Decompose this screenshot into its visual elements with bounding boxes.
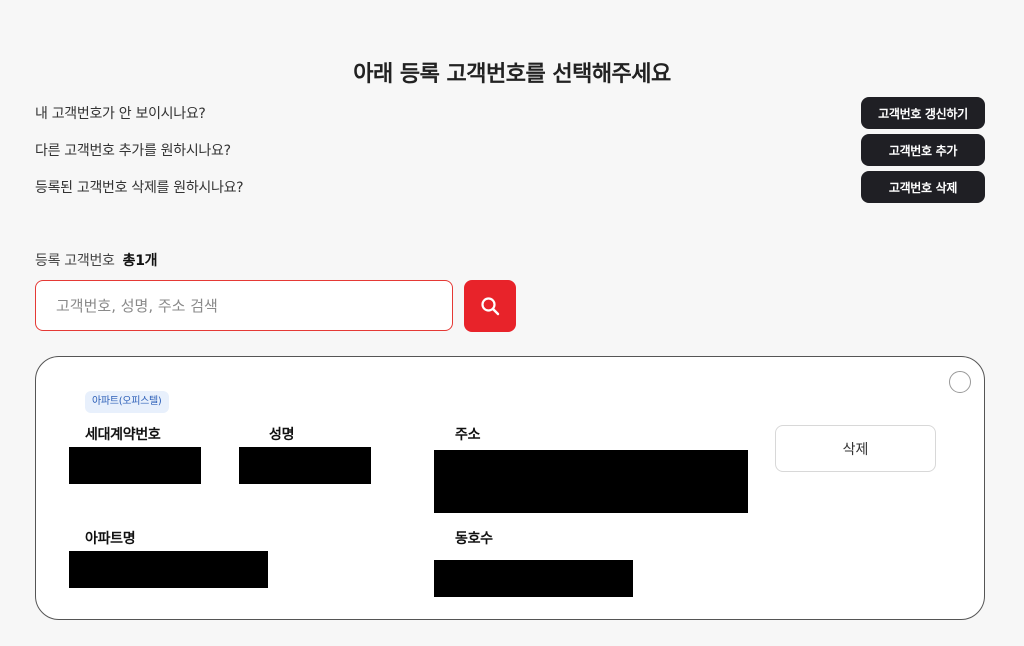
question-row-refresh: 내 고객번호가 안 보이시나요? 고객번호 갱신하기 (35, 97, 985, 129)
search-icon (481, 297, 500, 316)
refresh-customer-number-button[interactable]: 고객번호 갱신하기 (861, 97, 985, 129)
delete-button[interactable]: 삭제 (775, 425, 936, 472)
search-button[interactable] (464, 280, 516, 332)
type-badge: 아파트(오피스텔) (85, 391, 169, 413)
question-text: 다른 고객번호 추가를 원하시나요? (35, 143, 231, 159)
page-title: 아래 등록 고객번호를 선택해주세요 (353, 62, 671, 87)
apartment-label: 아파트명 (85, 531, 136, 547)
apartment-value-redacted (69, 551, 268, 588)
registered-total: 총1개 (122, 253, 158, 269)
question-text: 등록된 고객번호 삭제를 원하시나요? (35, 180, 244, 196)
name-value-redacted (239, 447, 371, 484)
question-row-delete: 등록된 고객번호 삭제를 원하시나요? 고객번호 삭제 (35, 171, 985, 203)
unit-label: 동호수 (455, 531, 493, 547)
unit-value-redacted (434, 560, 633, 597)
contract-number-value-redacted (69, 447, 201, 484)
registered-count: 등록 고객번호 총1개 (35, 250, 158, 270)
question-text: 내 고객번호가 안 보이시나요? (35, 106, 206, 122)
question-row-add: 다른 고객번호 추가를 원하시나요? 고객번호 추가 (35, 134, 985, 166)
registered-label: 등록 고객번호 (35, 253, 115, 269)
delete-customer-number-button[interactable]: 고객번호 삭제 (861, 171, 985, 203)
address-label: 주소 (455, 427, 481, 443)
contract-number-label: 세대계약번호 (85, 427, 161, 443)
address-value-redacted (434, 450, 748, 513)
name-label: 성명 (269, 427, 295, 443)
customer-card[interactable]: 아파트(오피스텔) 세대계약번호 성명 주소 삭제 아파트명 동호수 (35, 356, 985, 620)
search-input[interactable] (35, 280, 453, 331)
page: 아래 등록 고객번호를 선택해주세요 내 고객번호가 안 보이시나요? 고객번호… (0, 0, 1024, 646)
add-customer-number-button[interactable]: 고객번호 추가 (861, 134, 985, 166)
select-radio[interactable] (949, 371, 971, 393)
